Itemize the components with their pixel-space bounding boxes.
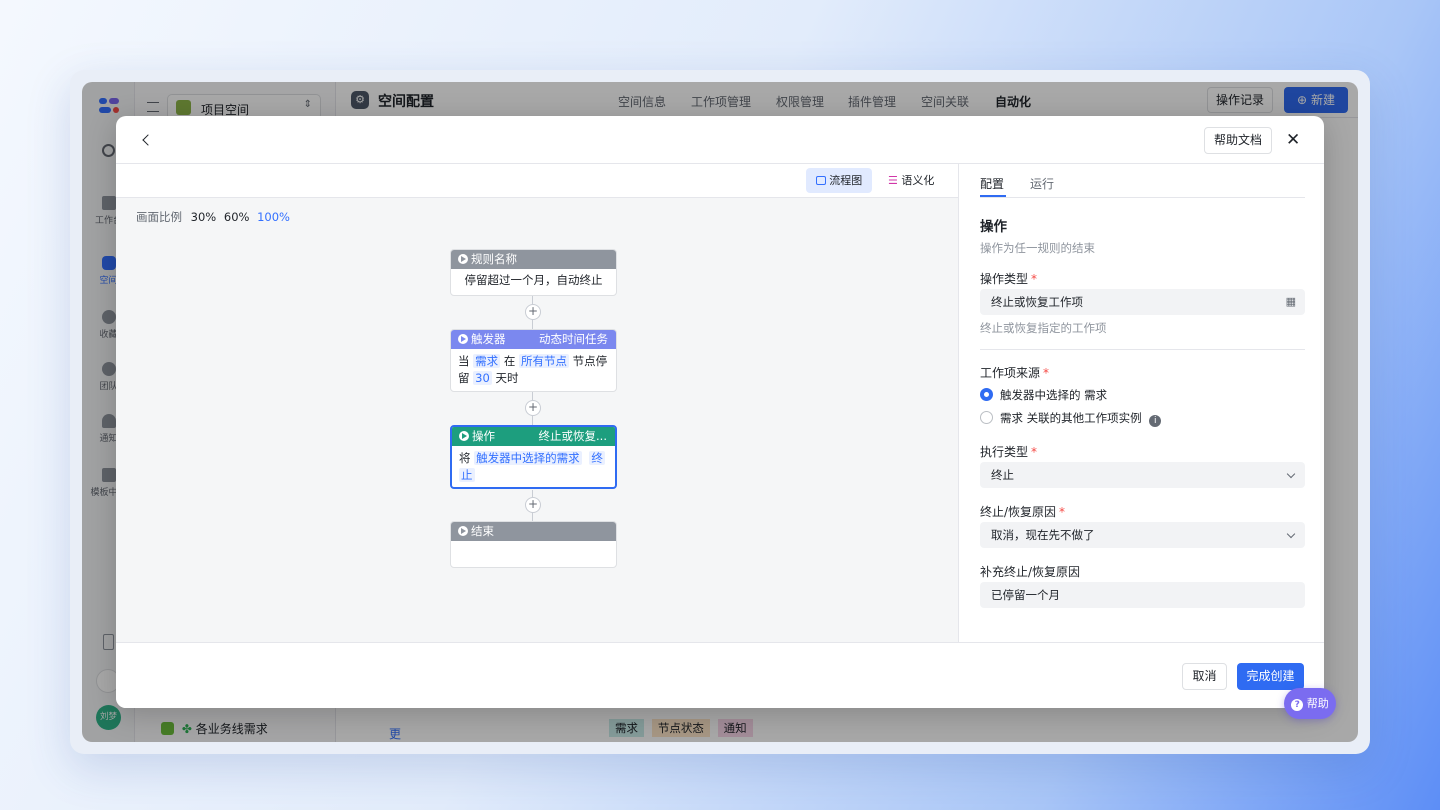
zoom-60[interactable]: 60% — [224, 210, 250, 224]
section-divider — [980, 349, 1305, 350]
radio-related-items[interactable] — [980, 411, 993, 424]
zoom-100[interactable]: 100% — [257, 210, 290, 224]
play-icon — [458, 254, 468, 264]
extra-reason-input[interactable]: 已停留一个月 — [980, 582, 1305, 608]
radio-trigger-label: 触发器中选择的 需求 — [1000, 388, 1108, 402]
reason-label: 终止/恢复原因 * — [980, 505, 1066, 519]
end-node[interactable]: 结束 — [450, 521, 617, 568]
rule-name-node[interactable]: 规则名称 停留超过一个月，自动终止 — [450, 249, 617, 296]
flowchart-icon — [815, 176, 826, 185]
chevron-down-icon — [1286, 469, 1296, 479]
tab-flowchart[interactable]: 流程图 — [806, 168, 872, 193]
close-icon[interactable]: ✕ — [1286, 130, 1300, 150]
op-type-help: 终止或恢复指定的工作项 — [980, 321, 1107, 335]
grid-plus-icon: ▦ — [1285, 295, 1296, 308]
add-node-button[interactable]: + — [525, 400, 541, 416]
complete-create-button[interactable]: 完成创建 — [1237, 663, 1304, 690]
add-node-button[interactable]: + — [525, 304, 541, 320]
chevron-down-icon — [1286, 529, 1296, 539]
op-type-label: 操作类型 * — [980, 272, 1038, 286]
radio-related-label: 需求 关联的其他工作项实例 i — [1000, 410, 1162, 427]
action-node[interactable]: 操作 终止或恢复... 将 触发器中选择的需求 终 止 — [450, 425, 617, 489]
tab-config[interactable]: 配置 — [980, 175, 1004, 192]
zoom-control: 画面比例 30% 60% 100% — [136, 210, 290, 224]
list-icon: ☰ — [888, 174, 898, 187]
tab-run[interactable]: 运行 — [1030, 175, 1054, 192]
extra-reason-label: 补充终止/恢复原因 — [980, 565, 1081, 579]
tab-divider — [980, 197, 1305, 198]
modal-header: 帮助文档 ✕ — [116, 116, 1324, 164]
exec-type-select[interactable]: 终止 — [980, 462, 1305, 488]
cancel-button[interactable]: 取消 — [1182, 663, 1227, 690]
zoom-30[interactable]: 30% — [191, 210, 217, 224]
flow-canvas[interactable]: 流程图 ☰ 语义化 画面比例 30% 60% 100% + + + 规则名称 停… — [116, 164, 958, 642]
help-doc-button[interactable]: 帮助文档 — [1204, 127, 1272, 154]
trigger-node[interactable]: 触发器 动态时间任务 当 需求 在 所有节点 节点停 留 30 天时 — [450, 329, 617, 392]
reason-select[interactable]: 取消，现在先不做了 — [980, 522, 1305, 548]
radio-trigger-selected[interactable] — [980, 388, 993, 401]
view-toggle-bar: 流程图 ☰ 语义化 — [116, 164, 958, 198]
back-icon[interactable] — [142, 134, 154, 146]
config-panel: 配置 运行 操作 操作为任一规则的结束 操作类型 * 终止或恢复工作项 ▦ 终止或… — [958, 164, 1324, 642]
exec-type-label: 执行类型 * — [980, 445, 1038, 459]
op-type-select[interactable]: 终止或恢复工作项 ▦ — [980, 289, 1305, 315]
modal-footer: 取消 完成创建 — [116, 642, 1324, 708]
panel-title: 操作 — [980, 219, 1007, 235]
source-label: 工作项来源 * — [980, 366, 1050, 380]
tab-semantic[interactable]: ☰ 语义化 — [888, 168, 944, 193]
stop-icon — [458, 526, 468, 536]
help-float-button[interactable]: ? 帮助 — [1284, 688, 1336, 719]
help-circle-icon: ? — [1291, 699, 1304, 711]
info-icon[interactable]: i — [1149, 415, 1162, 427]
action-icon — [459, 431, 469, 441]
trigger-icon — [458, 334, 468, 344]
automation-rule-modal: 帮助文档 ✕ 流程图 ☰ 语义化 画面比例 30% 60% 100% + + +… — [116, 116, 1324, 708]
add-node-button[interactable]: + — [525, 497, 541, 513]
panel-desc: 操作为任一规则的结束 — [980, 241, 1095, 255]
